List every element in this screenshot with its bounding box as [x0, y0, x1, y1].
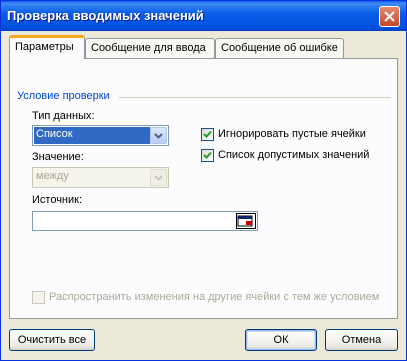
value-select[interactable]: между — [32, 167, 169, 188]
tab-error-message[interactable]: Сообщение об ошибке — [215, 38, 344, 58]
ignore-blank-checkbox[interactable] — [201, 128, 214, 141]
dropdown-button[interactable] — [150, 127, 167, 144]
apply-changes-label: Распространить изменения на другие ячейк… — [49, 291, 380, 303]
section-title: Условие проверки — [17, 90, 110, 102]
data-type-select[interactable]: Список — [32, 125, 169, 146]
check-icon — [203, 130, 212, 138]
data-type-value: Список — [34, 127, 150, 144]
title-bar[interactable]: Проверка вводимых значений — [1, 1, 406, 31]
tab-label: Сообщение для ввода — [91, 42, 206, 54]
source-label: Источник: — [32, 194, 83, 206]
in-cell-dropdown-label: Список допустимых значений — [218, 149, 370, 161]
value-value: между — [36, 170, 69, 182]
ok-button[interactable]: ОК — [245, 329, 317, 351]
in-cell-dropdown-checkbox[interactable] — [201, 149, 214, 162]
tab-parameters[interactable]: Параметры — [9, 35, 85, 59]
section-divider — [119, 97, 391, 98]
tab-label: Сообщение об ошибке — [221, 42, 338, 54]
data-type-label: Тип данных: — [32, 110, 95, 122]
tab-label: Параметры — [15, 41, 74, 53]
chevron-down-icon — [154, 133, 163, 139]
chevron-down-icon — [154, 175, 163, 181]
ok-label: ОК — [273, 334, 289, 346]
apply-changes-checkbox[interactable] — [32, 291, 45, 304]
dialog-window: Проверка вводимых значений Параметры Соо… — [0, 0, 407, 361]
close-button[interactable] — [379, 6, 400, 27]
dropdown-button — [150, 169, 167, 186]
clear-all-button[interactable]: Очистить все — [9, 329, 95, 351]
tab-input-message[interactable]: Сообщение для ввода — [85, 38, 215, 58]
range-picker-icon — [237, 215, 253, 227]
close-icon — [384, 11, 395, 22]
source-input[interactable] — [32, 211, 258, 231]
clear-all-label: Очистить все — [17, 334, 87, 346]
cancel-label: Отмена — [341, 334, 382, 346]
check-icon — [203, 151, 212, 159]
cancel-button[interactable]: Отмена — [325, 329, 398, 351]
value-label: Значение: — [32, 151, 84, 163]
window-title: Проверка вводимых значений — [7, 8, 204, 23]
range-picker-button[interactable] — [236, 213, 256, 229]
ignore-blank-label: Игнорировать пустые ячейки — [218, 128, 366, 140]
